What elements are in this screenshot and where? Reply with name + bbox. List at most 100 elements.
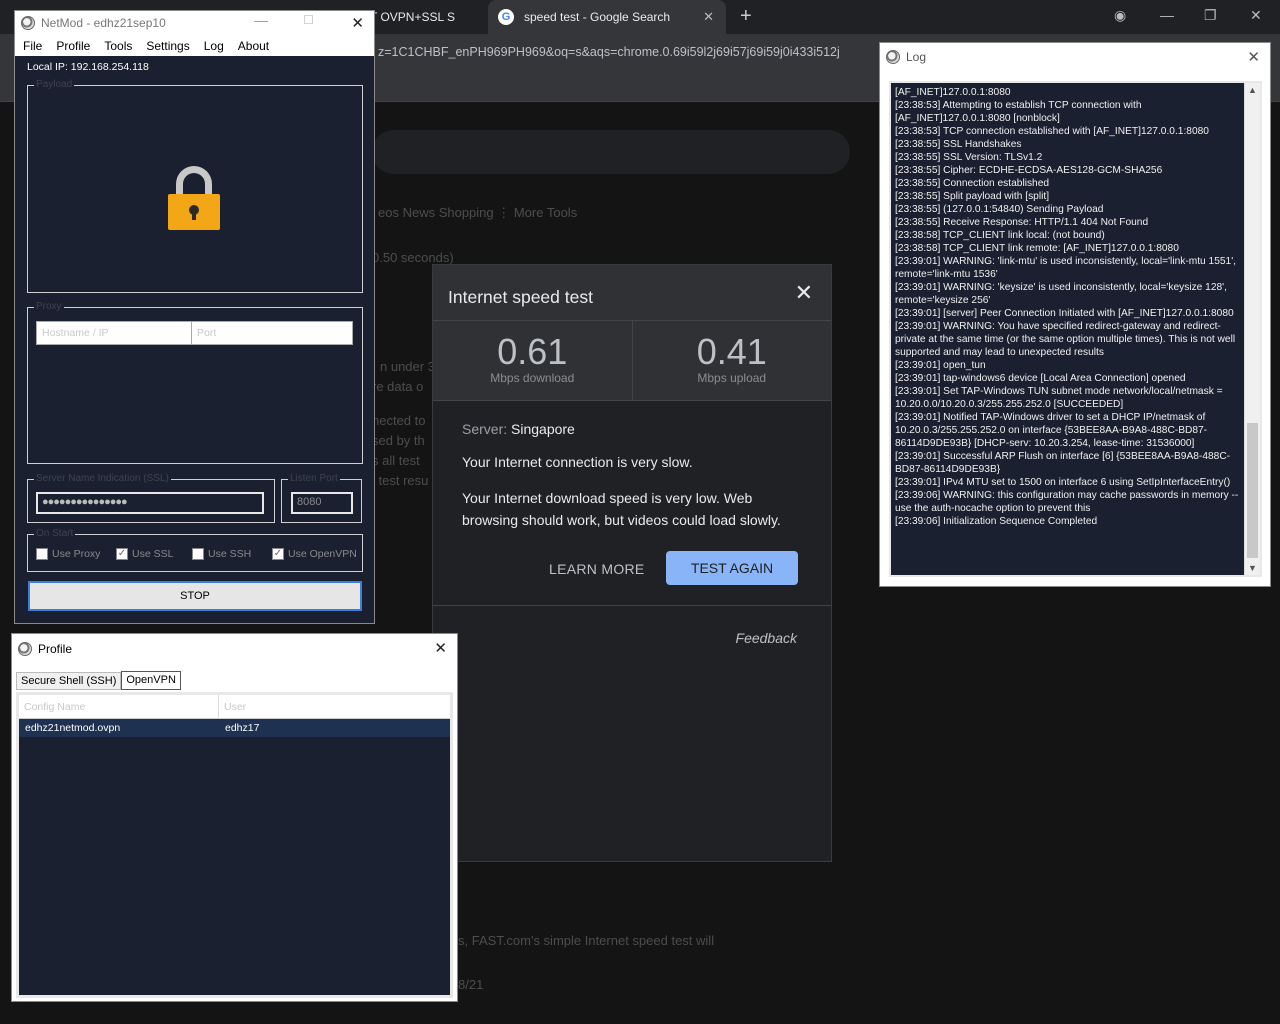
search-tabs[interactable]: eos News Shopping ⋮ More Tools — [378, 205, 577, 221]
server-label: Server: — [462, 421, 508, 437]
log-line: [23:39:01] [server] Peer Connection Init… — [895, 308, 1234, 319]
download-label: Mbps download — [490, 371, 575, 385]
use-ssh-checkbox[interactable]: Use SSH — [192, 548, 251, 560]
profile-app-icon — [18, 641, 32, 656]
new-tab-button[interactable]: + — [740, 5, 752, 28]
maximize-icon[interactable]: ❐ — [1204, 7, 1217, 24]
sni-input[interactable]: ●●●●●●●●●●●●●●● — [36, 492, 264, 514]
close-icon[interactable]: ✕ — [351, 14, 364, 32]
netmod-titlebar[interactable]: NetMod - edhz21sep10 — ☐ ✕ — [15, 11, 374, 35]
on-start-group: On Start Use Proxy ✓ Use SSL Use SSH ✓ Use… — [27, 528, 363, 572]
log-line: [23:38:55] Connection established — [895, 178, 1050, 189]
listen-port-label: Listen Port — [288, 473, 340, 484]
proxy-group: Proxy Hostname / IP Port — [27, 301, 363, 464]
log-scrollbar[interactable]: ▲ ▼ — [1244, 83, 1260, 575]
browser-tab-inactive-label: ST OVPN+SSL S — [362, 10, 456, 24]
log-output[interactable]: [AF_INET]127.0.0.1:8080 [23:38:53] Attemp… — [889, 81, 1262, 577]
learn-more-link[interactable]: LEARN MORE — [549, 561, 645, 577]
listen-port-group: Listen Port 8080 — [281, 473, 362, 523]
minimize-icon[interactable]: — — [254, 12, 268, 28]
search-snippet: nected to — [372, 413, 426, 428]
log-app-icon — [886, 50, 900, 64]
log-line: [23:38:55] Receive Response: HTTP/1.1 40… — [895, 217, 1149, 228]
search-stats: 0.50 seconds) — [372, 250, 454, 265]
menu-settings[interactable]: Settings — [146, 39, 189, 53]
browser-tab-active[interactable]: G speed test - Google Search ✕ — [488, 0, 726, 34]
test-again-button[interactable]: TEST AGAIN — [666, 551, 798, 585]
sni-group: Server Name Indication (SSL) ●●●●●●●●●●●… — [27, 473, 275, 523]
google-search-box[interactable] — [372, 130, 850, 174]
speed-test-header: Internet speed test ✕ — [433, 265, 831, 321]
search-snippet: l test resu — [372, 473, 429, 488]
minimize-icon[interactable]: — — [1160, 7, 1174, 23]
tab-ssh[interactable]: Secure Shell (SSH) — [16, 672, 122, 690]
use-proxy-checkbox[interactable]: Use Proxy — [36, 548, 100, 560]
close-icon[interactable]: ✕ — [795, 280, 813, 306]
table-row[interactable]: edhz21netmod.ovpn edhz17 — [19, 719, 450, 737]
close-icon[interactable]: ✕ — [434, 639, 447, 657]
close-icon[interactable]: ✕ — [1247, 48, 1260, 66]
log-line: [23:39:01] WARNING: You have specified r… — [895, 321, 1236, 358]
log-line: [23:39:01] IPv4 MTU set to 1500 on inter… — [895, 477, 1231, 488]
log-line: [23:39:01] Set TAP-Windows TUN subnet mo… — [895, 386, 1223, 410]
column-user[interactable]: User — [219, 695, 450, 718]
maximize-icon[interactable]: ☐ — [303, 13, 314, 27]
close-icon[interactable]: ✕ — [1250, 7, 1262, 24]
scroll-thumb[interactable] — [1247, 423, 1258, 558]
scroll-down-icon[interactable]: ▼ — [1248, 563, 1257, 573]
payload-group: Payload — [27, 79, 363, 293]
log-line: [23:38:55] SSL Handshakes — [895, 139, 1022, 150]
log-line: [23:39:01] Notified TAP-Windows driver t… — [895, 412, 1208, 449]
netmod-app-icon — [21, 16, 35, 30]
log-line: [23:38:55] Split payload with [split] — [895, 191, 1050, 202]
port-input[interactable]: Port — [191, 321, 353, 345]
log-line: [23:38:53] TCP connection established wi… — [895, 126, 1209, 137]
log-line: [23:38:58] TCP_CLIENT link local: (not b… — [895, 230, 1105, 241]
upload-value: 0.41 — [696, 331, 767, 372]
menu-log[interactable]: Log — [204, 39, 224, 53]
lock-icon[interactable] — [168, 166, 220, 230]
speed-test-actions: LEARN MORE TEST AGAIN — [433, 551, 831, 601]
sni-label: Server Name Indication (SSL) — [34, 473, 171, 484]
address-bar[interactable]: z=1C1CHBF_enPH969PH969&oq=s&aqs=chrome.0… — [378, 45, 840, 59]
on-start-label: On Start — [34, 528, 76, 539]
scroll-up-icon[interactable]: ▲ — [1248, 85, 1257, 95]
profile-tabs: Secure Shell (SSH) OpenVPN — [16, 671, 181, 690]
speed-test-title: Internet speed test — [448, 287, 593, 307]
upload-label: Mbps upload — [697, 371, 767, 385]
profile-titlebar[interactable]: Profile ✕ — [12, 634, 457, 663]
log-line: [23:38:55] Cipher: ECDHE-ECDSA-AES128-GC… — [895, 165, 1163, 176]
profile-avatar-icon[interactable]: ◉ — [1114, 7, 1126, 24]
stop-button[interactable]: STOP — [28, 581, 362, 611]
log-line: [AF_INET]127.0.0.1:8080 — [895, 87, 1011, 98]
profile-title: Profile — [38, 641, 73, 656]
tab-openvpn[interactable]: OpenVPN — [121, 671, 181, 690]
menu-about[interactable]: About — [238, 39, 269, 53]
search-snippet: re data o — [372, 379, 424, 394]
hostname-input[interactable]: Hostname / IP — [36, 321, 192, 345]
config-name-cell: edhz21netmod.ovpn — [25, 722, 121, 734]
listen-port-input[interactable]: 8080 — [291, 492, 353, 514]
feedback-link[interactable]: Feedback — [736, 630, 797, 646]
log-line: [23:39:06] WARNING: this configuration m… — [895, 490, 1239, 514]
use-ssl-checkbox[interactable]: ✓ Use SSL — [116, 548, 173, 560]
menu-profile[interactable]: Profile — [56, 39, 90, 53]
log-title: Log — [906, 50, 927, 64]
browser-tab-inactive[interactable]: ST OVPN+SSL S — [362, 0, 486, 34]
log-line: [23:39:01] WARNING: 'link-mtu' is used i… — [895, 256, 1236, 280]
local-ip-label: Local IP: 192.168.254.118 — [27, 61, 149, 73]
log-line: [23:39:01] open_tun — [895, 360, 986, 371]
log-line: [23:38:53] Attempting to establish TCP c… — [895, 100, 1142, 124]
column-config-name[interactable]: Config Name — [19, 695, 219, 718]
server-value: Singapore — [511, 421, 575, 437]
download-metric: 0.61 Mbps download — [433, 321, 632, 400]
use-openvpn-checkbox[interactable]: ✓ Use OpenVPN — [272, 548, 357, 560]
search-snippet: s, FAST.com's simple Internet speed test… — [458, 933, 715, 948]
log-line: [23:39:06] Initialization Sequence Compl… — [895, 516, 1098, 527]
connection-message: Your Internet connection is very slow. — [462, 454, 693, 470]
tab-close-icon[interactable]: ✕ — [703, 9, 714, 25]
menu-file[interactable]: File — [23, 39, 42, 53]
log-titlebar[interactable]: Log ✕ — [880, 43, 1270, 71]
menu-tools[interactable]: Tools — [104, 39, 132, 53]
log-line: [23:39:01] tap-windows6 device [Local Ar… — [895, 373, 1186, 384]
